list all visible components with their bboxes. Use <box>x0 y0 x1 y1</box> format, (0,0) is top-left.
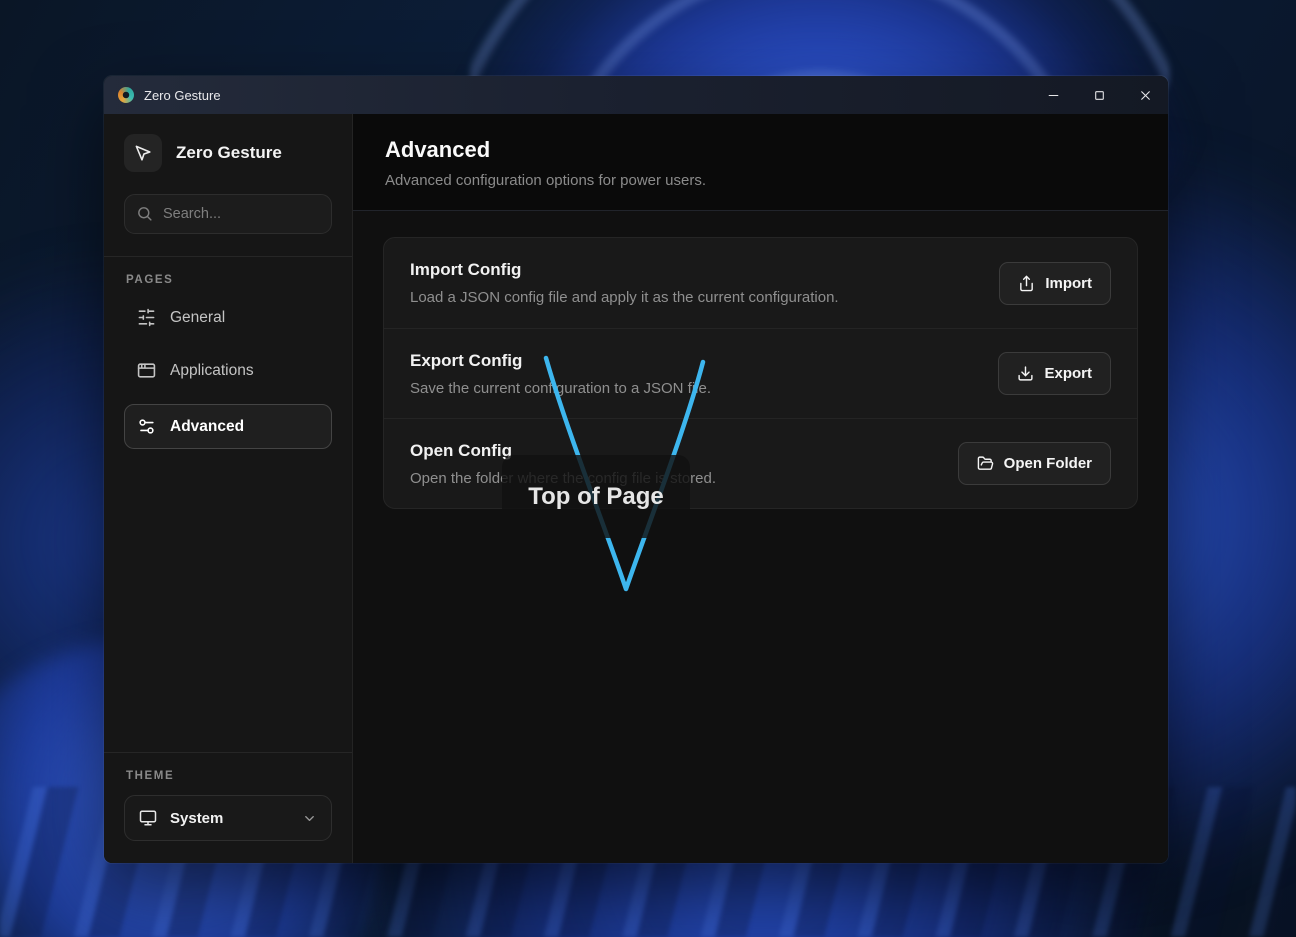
folder-open-icon <box>977 455 994 472</box>
sidebar: Zero Gesture PAGES General <box>104 114 353 863</box>
pages-section-label: PAGES <box>126 274 332 286</box>
open-folder-button[interactable]: Open Folder <box>958 442 1111 485</box>
settings-icon <box>137 417 156 436</box>
open-config-row: Open Config Open the folder where the co… <box>384 418 1137 508</box>
sidebar-item-label: Applications <box>170 362 254 380</box>
chevron-down-icon <box>302 811 317 826</box>
row-description: Open the folder where the config file is… <box>410 470 716 487</box>
page-content: Import Config Load a JSON config file an… <box>353 211 1168 863</box>
button-label: Open Folder <box>1004 455 1092 472</box>
monitor-icon <box>139 809 157 827</box>
app-window: Zero Gesture Zero G <box>104 76 1168 863</box>
close-button[interactable] <box>1122 76 1168 114</box>
window-controls <box>1030 76 1168 114</box>
row-title: Export Config <box>410 351 711 371</box>
maximize-icon <box>1093 89 1106 102</box>
titlebar-app-name: Zero Gesture <box>144 88 221 103</box>
sidebar-divider <box>104 752 352 753</box>
sidebar-item-label: Advanced <box>170 418 244 436</box>
titlebar: Zero Gesture <box>104 76 1168 114</box>
desktop-wallpaper: Zero Gesture Zero G <box>0 0 1296 937</box>
page-title: Advanced <box>385 137 1136 163</box>
sidebar-divider <box>104 256 352 257</box>
minimize-button[interactable] <box>1030 76 1076 114</box>
sidebar-item-applications[interactable]: Applications <box>124 351 332 390</box>
download-icon <box>1017 365 1034 382</box>
search-icon <box>136 205 153 222</box>
row-text: Open Config Open the folder where the co… <box>410 441 716 487</box>
sidebar-spacer <box>124 449 332 752</box>
button-label: Import <box>1045 275 1092 292</box>
cursor-icon <box>124 134 162 172</box>
row-text: Import Config Load a JSON config file an… <box>410 260 839 306</box>
close-icon <box>1139 89 1152 102</box>
app-logo-icon <box>118 87 134 103</box>
sidebar-item-general[interactable]: General <box>124 298 332 337</box>
row-title: Import Config <box>410 260 839 280</box>
sidebar-logo-row: Zero Gesture <box>124 134 332 172</box>
search-input[interactable] <box>124 194 332 234</box>
page-subtitle: Advanced configuration options for power… <box>385 172 1136 189</box>
app-window-icon <box>137 361 156 380</box>
row-title: Open Config <box>410 441 716 461</box>
theme-selected-value: System <box>170 810 223 827</box>
theme-section-label: THEME <box>126 770 332 782</box>
page-header: Advanced Advanced configuration options … <box>353 114 1168 211</box>
config-card: Import Config Load a JSON config file an… <box>383 237 1138 509</box>
main-panel: Advanced Advanced configuration options … <box>353 114 1168 863</box>
sidebar-logo-label: Zero Gesture <box>176 143 282 163</box>
upload-icon <box>1018 275 1035 292</box>
button-label: Export <box>1044 365 1092 382</box>
sidebar-item-advanced[interactable]: Advanced <box>124 404 332 449</box>
export-button[interactable]: Export <box>998 352 1111 395</box>
theme-selector[interactable]: System <box>124 795 332 841</box>
row-text: Export Config Save the current configura… <box>410 351 711 397</box>
sidebar-item-label: General <box>170 309 225 327</box>
import-button[interactable]: Import <box>999 262 1111 305</box>
import-config-row: Import Config Load a JSON config file an… <box>384 238 1137 328</box>
app-body: Zero Gesture PAGES General <box>104 114 1168 863</box>
sidebar-nav: General Applications Advanced <box>124 298 332 449</box>
row-description: Save the current configuration to a JSON… <box>410 380 711 397</box>
maximize-button[interactable] <box>1076 76 1122 114</box>
row-description: Load a JSON config file and apply it as … <box>410 289 839 306</box>
sliders-icon <box>137 308 156 327</box>
search-box <box>124 194 332 234</box>
export-config-row: Export Config Save the current configura… <box>384 328 1137 418</box>
minimize-icon <box>1047 89 1060 102</box>
